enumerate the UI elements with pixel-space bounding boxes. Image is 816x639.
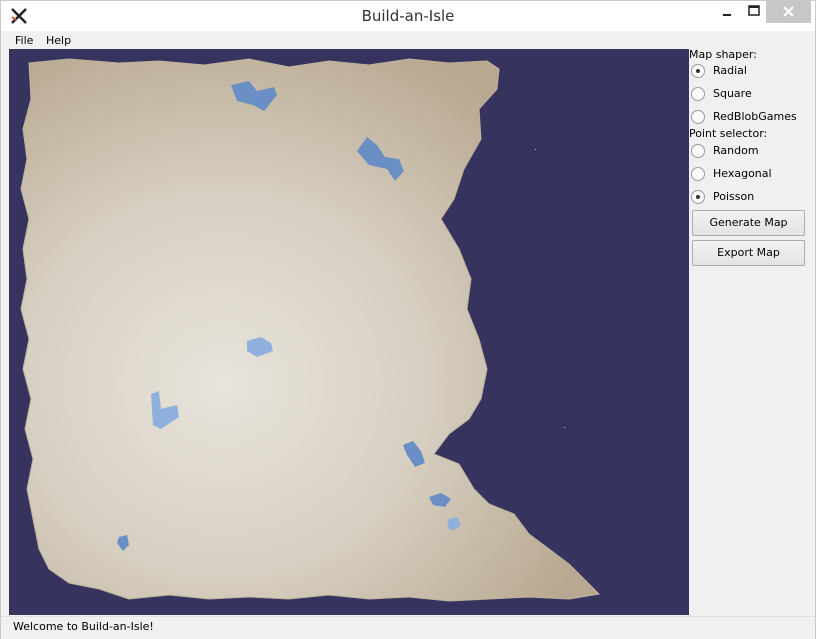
maximize-icon xyxy=(748,5,760,16)
map-canvas[interactable] xyxy=(9,49,689,615)
island-map xyxy=(9,49,689,615)
radio-random[interactable]: Random xyxy=(691,143,811,161)
radio-redblobgames[interactable]: RedBlobGames xyxy=(691,109,811,127)
menu-file[interactable]: File xyxy=(15,34,33,47)
map-shaper-label: Map shaper: xyxy=(689,48,757,61)
menu-bar: File Help xyxy=(1,32,815,48)
radio-hexagonal[interactable]: Hexagonal xyxy=(691,166,811,184)
radio-hexagonal-label: Hexagonal xyxy=(713,167,772,180)
speck xyxy=(535,149,536,150)
radio-checked-icon xyxy=(691,64,705,78)
title-bar: Build-an-Isle xyxy=(1,1,815,31)
radio-unchecked-icon xyxy=(691,144,705,158)
radio-unchecked-icon xyxy=(691,87,705,101)
minimize-button[interactable] xyxy=(714,1,740,23)
window-title: Build-an-Isle xyxy=(361,7,455,25)
app-window: Build-an-Isle File Help Map shaper: Radi… xyxy=(0,0,816,639)
radio-checked-icon xyxy=(691,190,705,204)
generate-map-button[interactable]: Generate Map xyxy=(692,210,805,236)
radio-unchecked-icon xyxy=(691,110,705,124)
status-bar: Welcome to Build-an-Isle! xyxy=(1,616,815,639)
menu-help[interactable]: Help xyxy=(46,34,71,47)
options-panel: Map shaper: Radial Square RedBlobGames P… xyxy=(689,47,811,317)
point-selector-label: Point selector: xyxy=(689,127,768,140)
speck xyxy=(564,427,565,428)
maximize-button[interactable] xyxy=(741,1,767,23)
close-icon xyxy=(783,6,794,17)
close-button[interactable] xyxy=(766,1,811,23)
radio-square[interactable]: Square xyxy=(691,86,811,104)
export-map-button[interactable]: Export Map xyxy=(692,240,805,266)
status-text: Welcome to Build-an-Isle! xyxy=(13,620,154,633)
radio-redblobgames-label: RedBlobGames xyxy=(713,110,797,123)
radio-radial[interactable]: Radial xyxy=(691,63,811,81)
radio-poisson-label: Poisson xyxy=(713,190,755,203)
radio-random-label: Random xyxy=(713,144,759,157)
radio-square-label: Square xyxy=(713,87,752,100)
minimize-icon xyxy=(723,14,731,16)
radio-poisson[interactable]: Poisson xyxy=(691,189,811,207)
radio-unchecked-icon xyxy=(691,167,705,181)
radio-radial-label: Radial xyxy=(713,64,747,77)
